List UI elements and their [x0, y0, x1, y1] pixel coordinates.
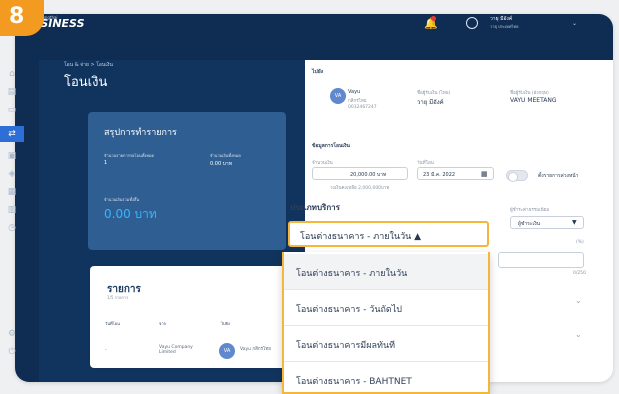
clock-icon[interactable]: ◷: [4, 220, 20, 236]
briefcase-icon[interactable]: ▣: [4, 148, 20, 164]
user-subtitle: วายุ ประเทศไทย: [490, 24, 519, 29]
step-badge: 8: [0, 0, 44, 36]
column-header[interactable]: ไปยัง: [221, 320, 230, 327]
dropdown-option[interactable]: โอนต่างธนาคาร - ภายในวัน: [284, 254, 488, 290]
note-field[interactable]: [498, 252, 584, 268]
toggle-label: ตั้งรายการล่วงหน้า: [538, 173, 579, 179]
name-th: วายุ มีอังค์: [417, 99, 444, 106]
logout-icon[interactable]: ⏻: [4, 344, 20, 360]
service-type-selected: โอนต่างธนาคาร - ภายในวัน ▲: [300, 232, 422, 242]
advance-toggle[interactable]: [506, 170, 528, 182]
settings-icon[interactable]: ⚙: [4, 326, 20, 342]
list-subtitle: 1/5 รายการ: [107, 295, 129, 300]
summary-title: สรุปการทำรายการ: [104, 128, 177, 138]
recipient-account: 0032467247: [348, 105, 377, 110]
document-icon[interactable]: ▤: [4, 84, 20, 100]
row-to: Vayu กสิกรไทย: [240, 347, 271, 352]
breadcrumb: โอน & จ่าย > โอนเงิน: [64, 62, 113, 68]
chevron-down-icon[interactable]: ⌄: [575, 296, 582, 305]
amount-label: จำนวนเงินทั้งหมด: [210, 153, 241, 158]
building-icon[interactable]: ▥: [4, 202, 20, 218]
transfer-info-title: ข้อมูลการโอนเงิน: [312, 143, 350, 149]
column-header[interactable]: วันที่โอน: [105, 320, 120, 327]
amount-value: 0.00 บาท: [210, 161, 232, 167]
recipient-name: Vayu: [348, 89, 361, 95]
card-icon[interactable]: ▭: [4, 102, 20, 118]
date-field-label: วันที่โอน: [417, 161, 434, 166]
total-label: จำนวนเงินรวมทั้งสิ้น: [104, 197, 140, 202]
total-value: 0.00 บาท: [104, 207, 157, 221]
date-field-value: 23 มี.ค. 2022: [423, 172, 456, 178]
service-type-select[interactable]: โอนต่างธนาคาร - ภายในวัน ▲: [288, 221, 489, 247]
dropdown-label: ประเภทบริการ: [290, 203, 340, 212]
name-th-label: ชื่อผู้รับเงิน (ไทย): [417, 91, 451, 96]
recipient-avatar: VA: [330, 88, 346, 104]
name-en-label: ชื่อผู้รับเงิน (อังกฤษ): [510, 91, 549, 96]
user-name: วายุ มีอังค์: [490, 16, 513, 22]
home-icon[interactable]: ⌂: [4, 66, 20, 82]
payer-value: ผู้ชำระเงิน: [518, 221, 541, 227]
page-title: โอนเงิน: [64, 75, 108, 90]
top-bar: [15, 14, 613, 60]
dropdown-option[interactable]: โอนต่างธนาคาร - BAHTNET: [284, 362, 488, 394]
to-label: ไปยัง: [312, 69, 324, 75]
recipient-bank: กสิกรไทย: [348, 99, 367, 104]
payer-label: ผู้ชำระค่าธรรมเนียม: [510, 208, 550, 213]
name-en: VAYU MEETANG: [510, 97, 557, 104]
payer-chevron-icon: ▼: [572, 219, 577, 226]
row-date: -: [105, 348, 107, 353]
calendar-icon[interactable]: ▦: [481, 170, 488, 178]
step-number: 8: [9, 4, 25, 29]
char-counter: 0/250: [573, 271, 586, 276]
chevron-down-icon[interactable]: ⌄: [572, 20, 577, 27]
mini-label-1: (%): [576, 240, 584, 245]
dropdown-option[interactable]: โอนต่างธนาคาร - วันถัดไป: [284, 290, 488, 326]
dropdown-option[interactable]: โอนต่างธนาคารมีผลทันที: [284, 326, 488, 362]
amount-field-label: จำนวนเงิน: [312, 161, 333, 166]
service-type-options: โอนต่างธนาคาร - ภายในวัน โอนต่างธนาคาร -…: [282, 252, 490, 394]
count-value: 1: [104, 160, 108, 166]
notification-dot: [431, 16, 436, 21]
column-header[interactable]: จาก: [159, 320, 166, 327]
tag-icon[interactable]: ◈: [4, 166, 20, 182]
user-icon[interactable]: [466, 17, 478, 29]
report-icon[interactable]: ▦: [4, 184, 20, 200]
transfer-icon[interactable]: ⇄: [0, 126, 24, 142]
amount-field-value: 20,000.00 บาท: [350, 172, 387, 178]
avatar: VA: [219, 343, 235, 359]
count-label: จำนวนรายการรอโอนทั้งหมด: [104, 153, 155, 158]
row-from: Vayu Company Limited: [159, 345, 193, 355]
limit-note: วงเงินคงเหลือ 2,000,000บาท: [330, 186, 390, 191]
chevron-down-icon[interactable]: ⌄: [575, 330, 582, 339]
